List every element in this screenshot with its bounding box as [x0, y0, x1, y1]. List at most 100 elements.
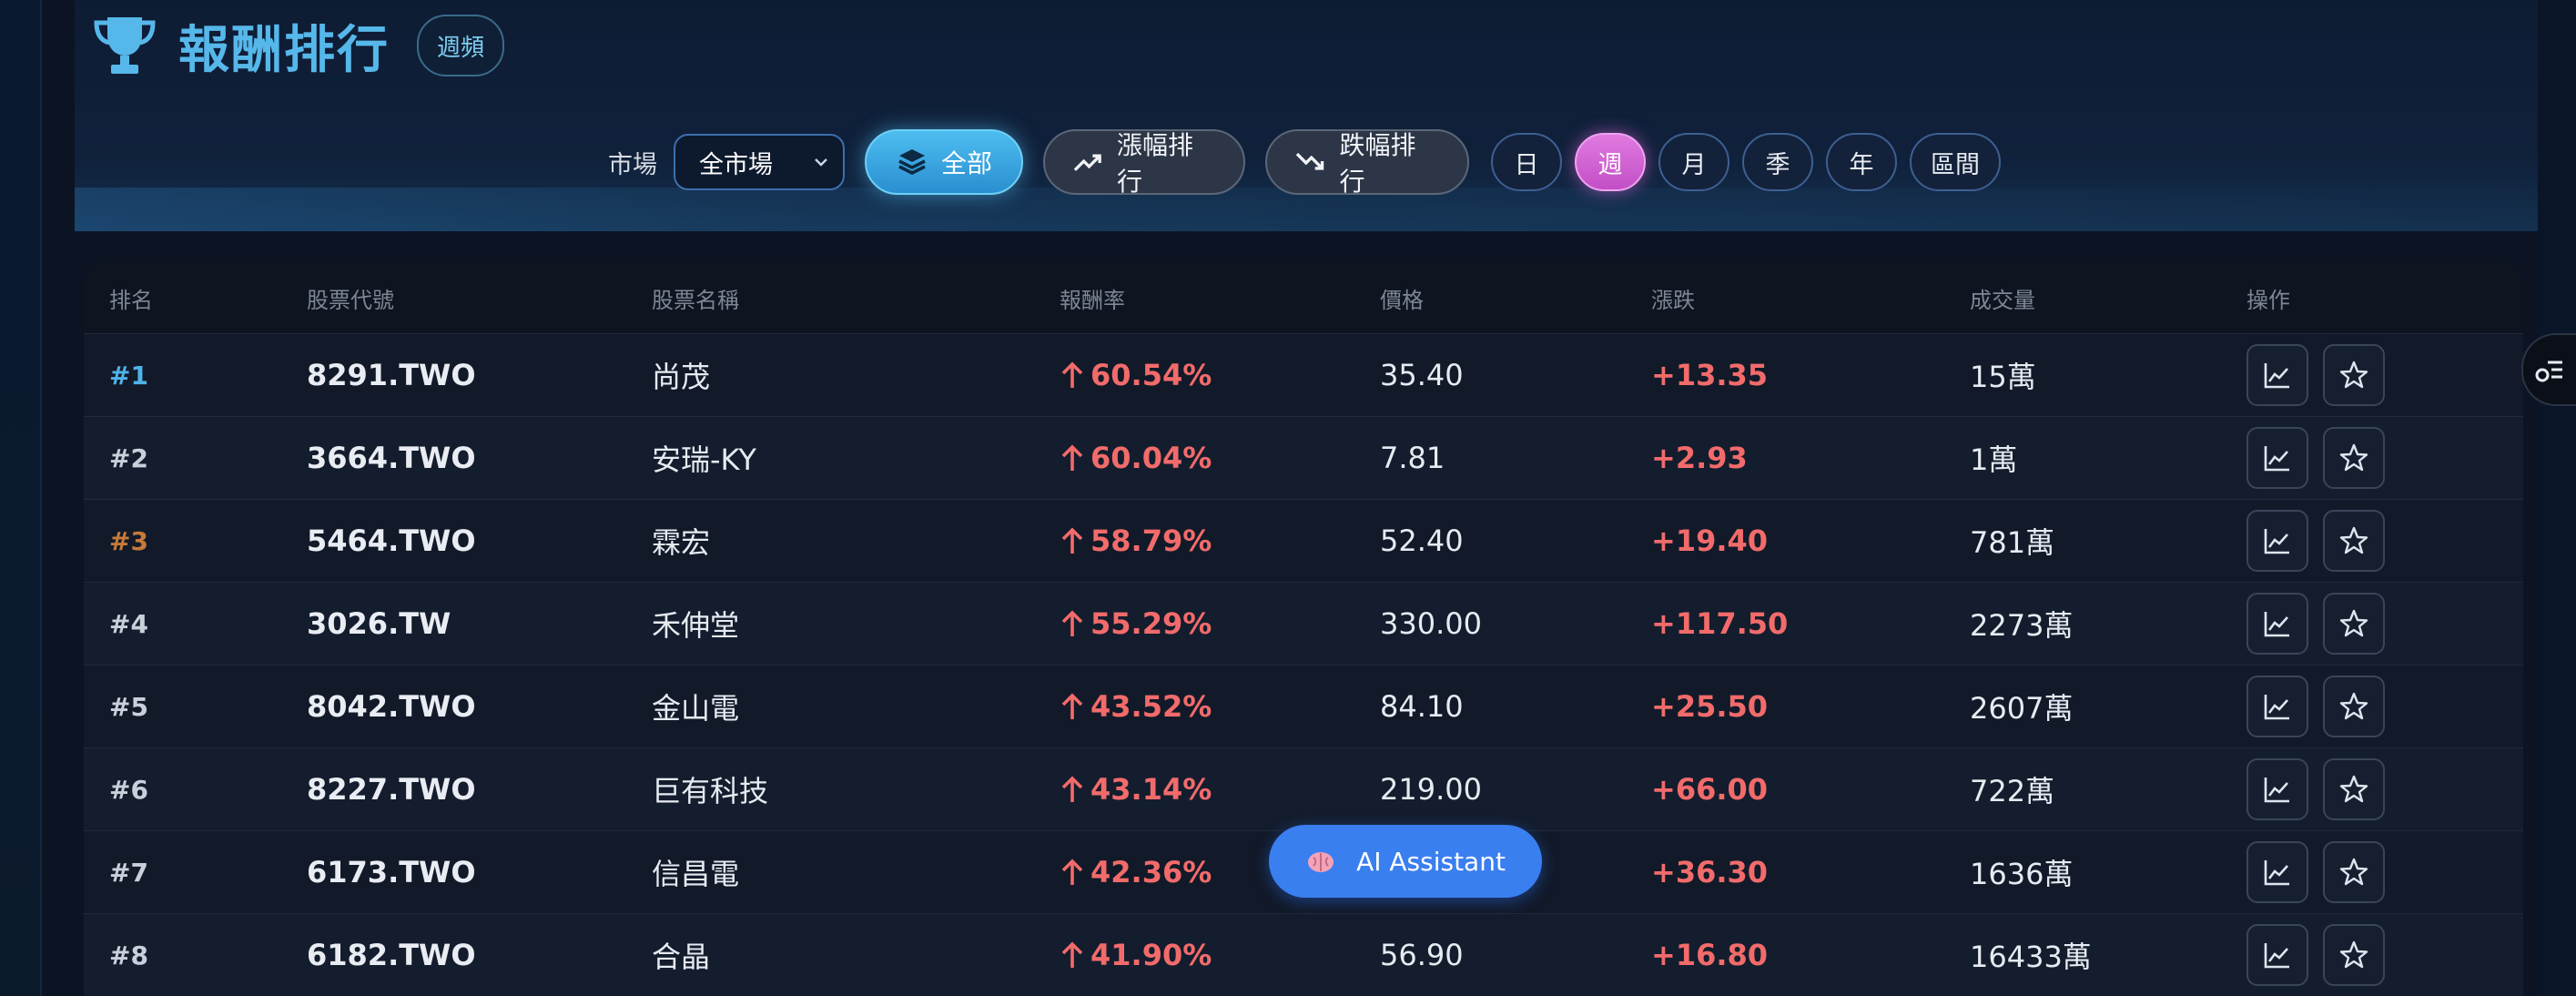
table-row[interactable]: #2 3664.TWO 安瑞-KY 60.04% 7.81 +2.93 1萬 [84, 416, 2523, 499]
col-rank: 排名 [109, 287, 153, 313]
view-chart-button[interactable] [2246, 427, 2308, 489]
star-icon [2339, 443, 2368, 472]
page-title: 報酬排行 [178, 20, 390, 80]
stock-code[interactable]: 8291.TWO [307, 358, 476, 392]
chevron-down-icon [815, 158, 827, 167]
title-row: 報酬排行 週頻 [91, 9, 505, 82]
price-cell: 7.81 [1380, 441, 1445, 475]
chart-line-icon [2264, 860, 2289, 886]
favorite-button[interactable] [2323, 841, 2385, 903]
favorite-button[interactable] [2323, 924, 2385, 986]
favorite-button[interactable] [2323, 758, 2385, 820]
volume-cell: 1636萬 [1970, 857, 2074, 891]
volume-cell: 722萬 [1970, 774, 2055, 808]
gain-ranking-label: 漲幅排行 [1117, 130, 1194, 197]
price-cell: 35.40 [1380, 358, 1464, 392]
market-label: 市場 [608, 150, 657, 179]
favorite-button[interactable] [2323, 676, 2385, 737]
stock-name: 信昌電 [652, 857, 740, 891]
return-cell: 58.79% [1060, 523, 1212, 558]
price-cell: 84.10 [1380, 689, 1464, 724]
period-range[interactable]: 區間 [1910, 133, 2001, 191]
period-month[interactable]: 月 [1658, 133, 1729, 191]
rank-cell: #3 [109, 525, 148, 556]
favorite-button[interactable] [2323, 344, 2385, 406]
return-cell: 60.54% [1060, 358, 1212, 392]
return-cell: 60.04% [1060, 441, 1212, 475]
change-cell: +66.00 [1651, 772, 1769, 807]
stock-code[interactable]: 6173.TWO [307, 855, 476, 889]
trending-down-icon [1295, 152, 1324, 170]
col-change: 漲跌 [1651, 287, 1695, 313]
view-chart-button[interactable] [2246, 758, 2308, 820]
stock-code[interactable]: 3026.TW [307, 606, 451, 641]
arrow-up-icon [1061, 361, 1083, 388]
change-cell: +13.35 [1651, 358, 1769, 392]
chart-line-icon [2264, 529, 2289, 554]
stock-code[interactable]: 3664.TWO [307, 441, 476, 475]
stock-name: 禾伸堂 [652, 608, 740, 643]
table-row[interactable]: #8 6182.TWO 合晶 41.90% 56.90 +16.80 16433萬 [84, 913, 2523, 996]
stock-code[interactable]: 8042.TWO [307, 689, 476, 724]
app-sidebar-edge [0, 0, 42, 996]
view-chart-button[interactable] [2246, 676, 2308, 737]
actions-cell [2246, 841, 2399, 903]
table-row[interactable]: #1 8291.TWO 尚茂 60.54% 35.40 +13.35 15萬 [84, 333, 2523, 416]
col-actions: 操作 [2246, 287, 2290, 313]
table-row[interactable]: #6 8227.TWO 巨有科技 43.14% 219.00 +66.00 722萬 [84, 747, 2523, 830]
favorite-button[interactable] [2323, 427, 2385, 489]
return-value: 55.29% [1090, 606, 1212, 641]
trending-up-icon [1073, 154, 1101, 171]
stock-name: 霖宏 [652, 525, 711, 560]
arrow-up-icon [1061, 693, 1083, 719]
return-value: 60.54% [1090, 358, 1212, 392]
ai-assistant-button[interactable]: AI Assistant [1269, 825, 1542, 898]
stock-code[interactable]: 8227.TWO [307, 772, 476, 807]
actions-cell [2246, 924, 2399, 986]
stock-code[interactable]: 6182.TWO [307, 938, 476, 972]
period-quarter[interactable]: 季 [1742, 133, 1813, 191]
period-day[interactable]: 日 [1491, 133, 1562, 191]
view-chart-button[interactable] [2246, 593, 2308, 655]
market-select[interactable]: 全市場 [674, 134, 845, 190]
col-name: 股票名稱 [652, 287, 739, 313]
rank-cell: #6 [109, 774, 148, 805]
stock-name: 尚茂 [652, 360, 711, 394]
star-icon [2339, 526, 2368, 554]
star-icon [2339, 692, 2368, 720]
view-chart-button[interactable] [2246, 841, 2308, 903]
favorite-button[interactable] [2323, 593, 2385, 655]
filter-toolbar: 市場 全市場 全部 漲幅排行 跌幅排行 日 週 月 季 年 區間 [608, 126, 2013, 198]
loss-ranking-button[interactable]: 跌幅排行 [1265, 129, 1469, 197]
table-header: 排名 股票代號 股票名稱 報酬率 價格 漲跌 成交量 操作 [84, 262, 2523, 333]
table-row[interactable]: #5 8042.TWO 金山電 43.52% 84.10 +25.50 2607萬 [84, 665, 2523, 747]
gain-ranking-button[interactable]: 漲幅排行 [1043, 129, 1245, 197]
change-cell: +36.30 [1651, 855, 1769, 889]
actions-cell [2246, 593, 2399, 655]
return-cell: 43.52% [1060, 689, 1212, 724]
table-row[interactable]: #4 3026.TW 禾伸堂 55.29% 330.00 +117.50 2273萬 [84, 582, 2523, 665]
arrow-up-icon [1061, 776, 1083, 802]
star-icon [2339, 775, 2368, 803]
favorite-button[interactable] [2323, 510, 2385, 572]
chart-line-icon [2264, 695, 2289, 720]
change-cell: +2.93 [1651, 441, 1748, 475]
actions-cell [2246, 427, 2399, 489]
volume-cell: 1萬 [1970, 442, 2018, 477]
all-button[interactable]: 全部 [865, 129, 1023, 195]
change-cell: +117.50 [1651, 606, 1789, 641]
period-week[interactable]: 週 [1575, 133, 1646, 191]
table-row[interactable]: #3 5464.TWO 霖宏 58.79% 52.40 +19.40 781萬 [84, 499, 2523, 582]
period-year[interactable]: 年 [1826, 133, 1897, 191]
stock-code[interactable]: 5464.TWO [307, 523, 476, 558]
col-return: 報酬率 [1060, 287, 1125, 313]
view-chart-button[interactable] [2246, 344, 2308, 406]
settings-list-icon [2535, 361, 2562, 382]
rank-cell: #5 [109, 691, 148, 722]
return-cell: 55.29% [1060, 606, 1212, 641]
view-chart-button[interactable] [2246, 510, 2308, 572]
star-icon [2339, 940, 2368, 969]
stock-name: 安瑞-KY [652, 442, 756, 477]
change-cell: +25.50 [1651, 689, 1769, 724]
view-chart-button[interactable] [2246, 924, 2308, 986]
